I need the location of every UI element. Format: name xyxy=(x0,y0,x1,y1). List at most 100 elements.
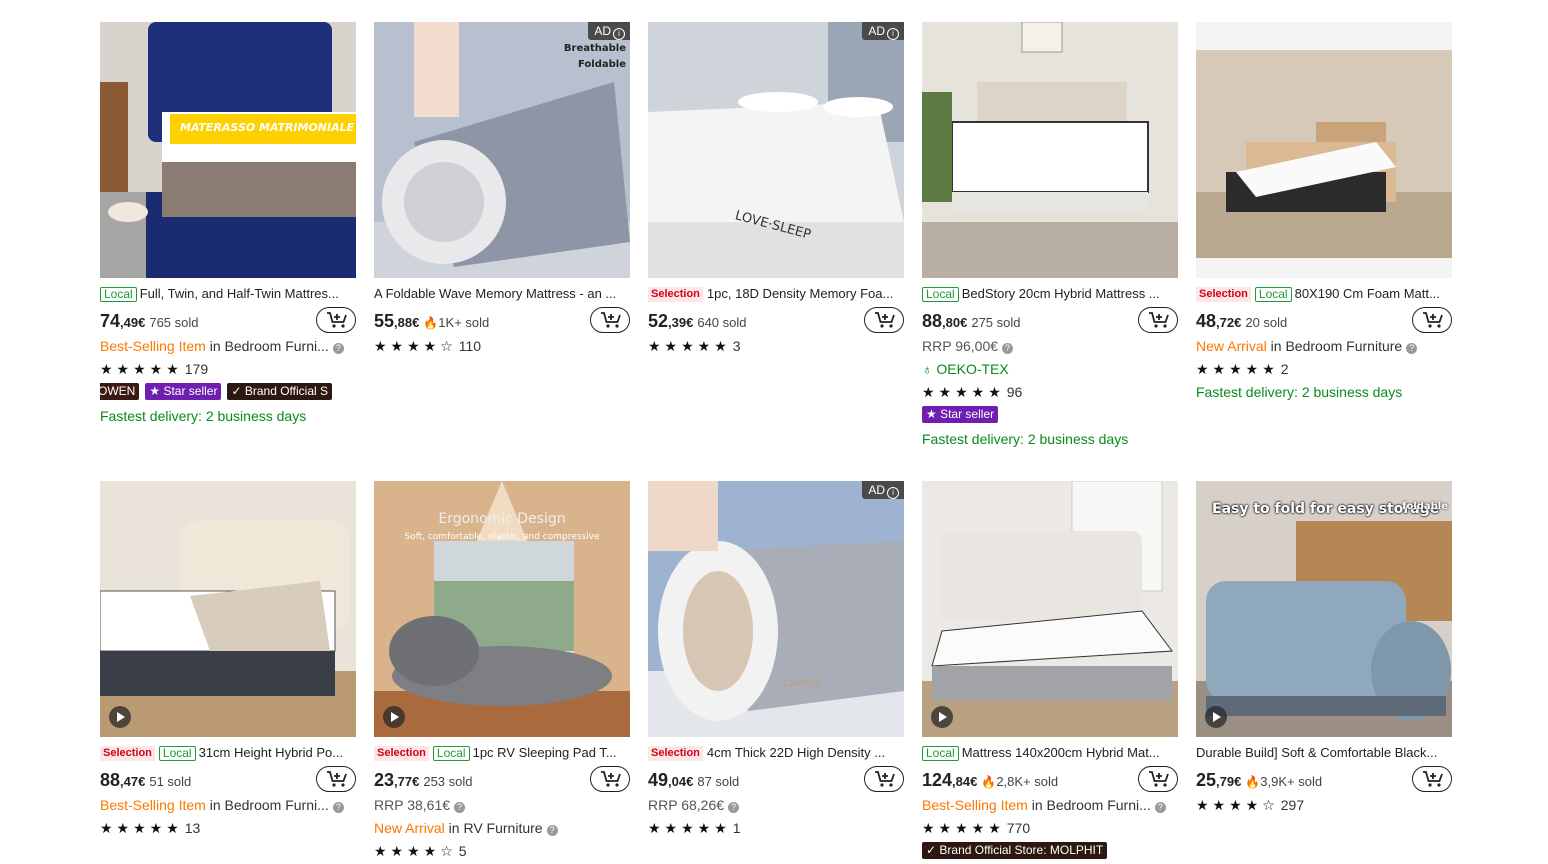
product-card[interactable]: AD i Comfort Selection 4cm Thick 22D High … xyxy=(648,481,904,840)
product-title[interactable]: 1pc RV Sleeping Pad T... xyxy=(473,745,617,760)
product-image[interactable] xyxy=(922,481,1178,737)
product-title-row[interactable]: Selection 1pc, 18D Density Memory Foa... xyxy=(648,285,904,303)
sold-count: 51 sold xyxy=(149,774,192,789)
product-title[interactable]: 1pc, 18D Density Memory Foa... xyxy=(707,286,893,301)
image-caption: Breathable xyxy=(563,43,626,54)
product-title-row[interactable]: Selection Local 80X190 Cm Foam Matt... xyxy=(1196,285,1452,303)
star-rating[interactable]: ★★★★★ 2 xyxy=(1196,358,1452,381)
star-rating[interactable]: ★★★★☆ 110 xyxy=(374,335,630,358)
product-image[interactable] xyxy=(100,481,356,737)
star-rating[interactable]: ★★★★★ 1 xyxy=(648,817,904,840)
add-to-cart-button[interactable] xyxy=(1138,307,1178,333)
add-to-cart-button[interactable] xyxy=(316,766,356,792)
product-title-row[interactable]: Local BedStory 20cm Hybrid Mattress ... xyxy=(922,285,1178,303)
product-title[interactable]: Mattress 140x200cm Hybrid Mat... xyxy=(962,745,1160,760)
product-card[interactable]: Selection Local 80X190 Cm Foam Matt... 48,… xyxy=(1196,22,1452,404)
video-play-icon[interactable] xyxy=(383,706,405,728)
product-image[interactable]: MATERASSO MATRIMONIALE xyxy=(100,22,356,278)
product-price: 52,39€ xyxy=(648,311,694,331)
new-arrival-badge[interactable]: New Arrival in Bedroom Furniture? xyxy=(1196,335,1452,358)
add-to-cart-button[interactable] xyxy=(864,307,904,333)
seller-badges: ✓ Brand Official Store: MOLPHIT xyxy=(922,842,1178,864)
product-image[interactable]: AD i Comfort xyxy=(648,481,904,737)
question-icon[interactable]: ? xyxy=(1406,343,1418,354)
product-title[interactable]: 4cm Thick 22D High Density ... xyxy=(707,745,885,760)
product-title-row[interactable]: Selection Local 1pc RV Sleeping Pad T... xyxy=(374,744,630,762)
star-rating[interactable]: ★★★★★ 96 xyxy=(922,381,1178,404)
product-card[interactable]: Easy to fold for easy storage foldable D… xyxy=(1196,481,1452,817)
product-card[interactable]: Local BedStory 20cm Hybrid Mattress ... 8… xyxy=(922,22,1178,451)
product-image[interactable]: Ergonomic Design Soft, comfortable, elas… xyxy=(374,481,630,737)
product-image[interactable]: AD i Breathable Foldable xyxy=(374,22,630,278)
selection-tag: Selection xyxy=(1196,287,1251,302)
product-title[interactable]: A Foldable Wave Memory Mattress - an ... xyxy=(374,285,630,303)
best-seller-badge[interactable]: Best-Selling Item in Bedroom Furni...? xyxy=(100,794,356,817)
product-price: 55,88€ xyxy=(374,311,420,331)
product-image[interactable]: AD i LOVE·SLEEP xyxy=(648,22,904,278)
product-card[interactable]: Ergonomic Design Soft, comfortable, elas… xyxy=(374,481,630,863)
delivery-info: Fastest delivery: 2 business days xyxy=(100,408,307,424)
star-rating[interactable]: ★★★★★ 13 xyxy=(100,817,356,840)
product-card[interactable]: AD i Breathable Foldable A Foldable Wave … xyxy=(374,22,630,358)
product-image[interactable]: Easy to fold for easy storage foldable xyxy=(1196,481,1452,737)
question-icon[interactable]: ? xyxy=(1154,802,1166,813)
star-rating[interactable]: ★★★★★ 3 xyxy=(648,335,904,358)
product-card[interactable]: Selection Local 31cm Height Hybrid Po... 8… xyxy=(100,481,356,840)
product-title[interactable]: Full, Twin, and Half-Twin Mattres... xyxy=(140,286,339,301)
local-tag: Local xyxy=(922,746,959,761)
best-seller-badge[interactable]: Best-Selling Item in Bedroom Furni...? xyxy=(922,794,1178,817)
question-icon[interactable]: ? xyxy=(332,343,344,354)
add-to-cart-icon xyxy=(875,312,895,328)
ad-label[interactable]: AD i xyxy=(862,481,904,499)
product-price: 23,77€ xyxy=(374,770,420,790)
add-to-cart-icon xyxy=(1423,312,1443,328)
ad-label[interactable]: AD i xyxy=(588,22,630,40)
product-title-row[interactable]: Local Mattress 140x200cm Hybrid Mat... xyxy=(922,744,1178,762)
product-title-row[interactable]: Selection Local 31cm Height Hybrid Po... xyxy=(100,744,356,762)
brand-chip: OWEN xyxy=(100,383,140,400)
question-icon[interactable]: ? xyxy=(332,802,344,813)
price-row: 48,72€ 20 sold xyxy=(1196,307,1452,335)
product-title[interactable]: 31cm Height Hybrid Po... xyxy=(199,745,344,760)
video-play-icon[interactable] xyxy=(1205,706,1227,728)
new-arrival-badge[interactable]: New Arrival in RV Furniture? xyxy=(374,817,630,840)
question-icon[interactable]: ? xyxy=(1002,343,1014,354)
question-icon[interactable]: ? xyxy=(454,802,466,813)
product-image[interactable] xyxy=(1196,22,1452,278)
add-to-cart-icon xyxy=(327,312,347,328)
product-title[interactable]: 80X190 Cm Foam Matt... xyxy=(1295,286,1440,301)
oeko-tex-label[interactable]: ♁ OEKO-TEX xyxy=(922,358,1178,381)
product-title[interactable]: Durable Build] Soft & Comfortable Black.… xyxy=(1196,744,1452,762)
add-to-cart-button[interactable] xyxy=(1412,766,1452,792)
video-play-icon[interactable] xyxy=(931,706,953,728)
add-to-cart-button[interactable] xyxy=(316,307,356,333)
add-to-cart-button[interactable] xyxy=(1138,766,1178,792)
star-rating[interactable]: ★★★★★ 770 xyxy=(922,817,1178,840)
star-rating[interactable]: ★★★★☆ 5 xyxy=(374,840,630,863)
add-to-cart-icon xyxy=(601,312,621,328)
question-icon[interactable]: ? xyxy=(728,802,740,813)
add-to-cart-button[interactable] xyxy=(590,766,630,792)
question-icon[interactable]: ? xyxy=(546,825,558,836)
mattress-photo xyxy=(100,22,356,278)
price-row: 49,04€ 87 sold xyxy=(648,766,904,794)
product-card[interactable]: AD i LOVE·SLEEP Selection 1pc, 18D Density… xyxy=(648,22,904,358)
brand-official-badge[interactable]: ✓ Brand Official Store: MOLPHIT xyxy=(922,842,1108,859)
add-to-cart-button[interactable] xyxy=(864,766,904,792)
product-title-row[interactable]: Local Full, Twin, and Half-Twin Mattres..… xyxy=(100,285,356,303)
star-rating[interactable]: ★★★★☆ 297 xyxy=(1196,794,1452,817)
video-play-icon[interactable] xyxy=(109,706,131,728)
add-to-cart-button[interactable] xyxy=(590,307,630,333)
local-tag: Local xyxy=(100,287,137,302)
star-rating[interactable]: ★★★★★ 179 xyxy=(100,358,356,381)
delivery-info: Fastest delivery: 2 business days xyxy=(922,431,1129,447)
product-card[interactable]: Local Mattress 140x200cm Hybrid Mat... 12… xyxy=(922,481,1178,864)
product-image[interactable] xyxy=(922,22,1178,278)
product-title[interactable]: BedStory 20cm Hybrid Mattress ... xyxy=(962,286,1160,301)
ad-label[interactable]: AD i xyxy=(862,22,904,40)
add-to-cart-button[interactable] xyxy=(1412,307,1452,333)
product-card[interactable]: MATERASSO MATRIMONIALE Local Full, Twin, … xyxy=(100,22,356,428)
product-title-row[interactable]: Selection 4cm Thick 22D High Density ... xyxy=(648,744,904,762)
best-seller-badge[interactable]: Best-Selling Item in Bedroom Furni...? xyxy=(100,335,356,358)
certificate-icon: ♁ xyxy=(922,361,933,377)
